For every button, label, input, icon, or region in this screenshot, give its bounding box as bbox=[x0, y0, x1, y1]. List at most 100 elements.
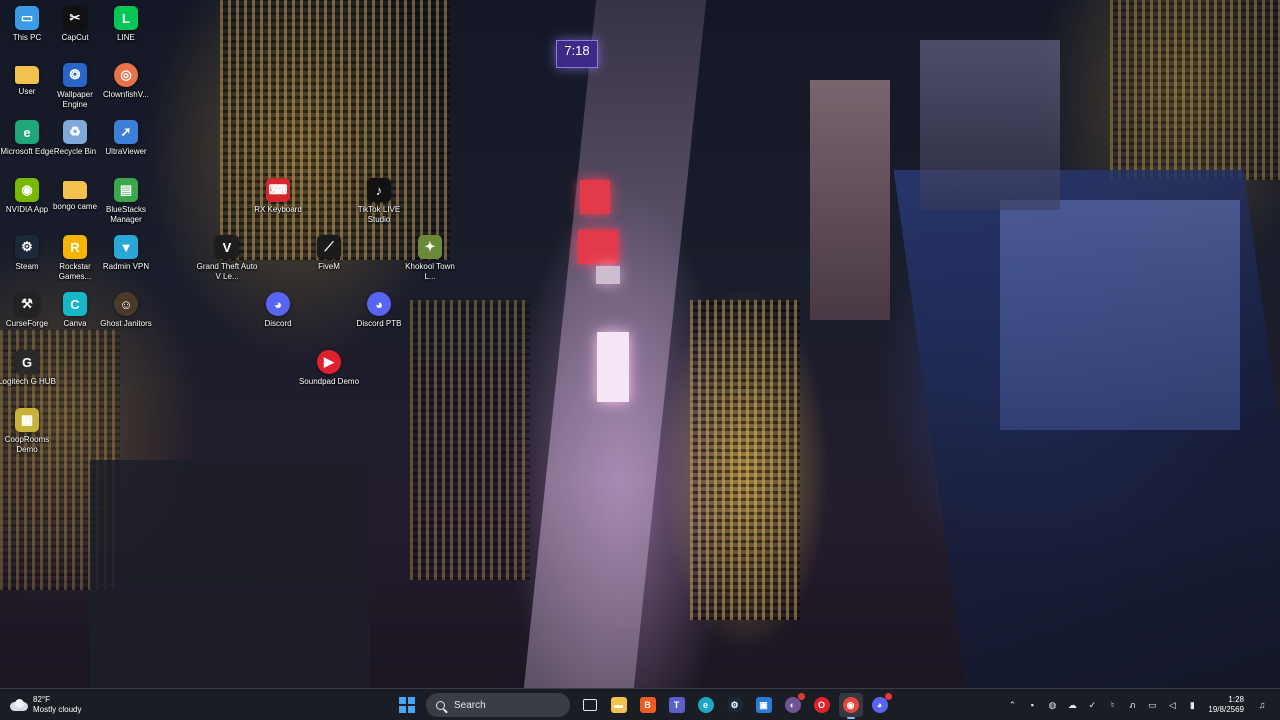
wallpaper-building bbox=[810, 80, 890, 320]
radmin-vpn-icon: ▼ bbox=[114, 235, 138, 259]
desktop-icon-tiktok-live[interactable]: ♪ TikTok LIVE Studio bbox=[352, 176, 406, 234]
desktop-icon-rx-keyboard[interactable]: ⌨ RX Keyboard bbox=[251, 176, 305, 234]
steam-button[interactable]: ⚙ bbox=[723, 693, 747, 717]
taskbar-search[interactable]: Search bbox=[426, 693, 570, 717]
wallpaper-billboard bbox=[578, 230, 618, 264]
desktop-icon-radmin-vpn[interactable]: ▼ Radmin VPN bbox=[99, 233, 153, 291]
desktop-icon-rockstar[interactable]: R Rockstar Games... bbox=[48, 233, 102, 291]
curseforge-icon: ⚒ bbox=[15, 292, 39, 316]
wallpaper-engine-icon: ❂ bbox=[63, 63, 87, 87]
desktop-icon-canva[interactable]: C Canva bbox=[48, 290, 102, 348]
edge-icon: e bbox=[15, 120, 39, 144]
clownfish-icon: ◎ bbox=[114, 63, 138, 87]
github-icon: ◐ bbox=[784, 697, 801, 713]
wallpaper-building bbox=[1110, 0, 1280, 180]
desktop-icon-ultraviewer[interactable]: ➚ UltraViewer bbox=[99, 118, 153, 176]
desktop-icon-bluestacks[interactable]: ▤ BlueStacks Manager bbox=[99, 176, 153, 234]
task-view-button[interactable] bbox=[578, 693, 602, 717]
canva-icon: C bbox=[63, 292, 87, 316]
wallpaper-clock-sign: 7:18 bbox=[556, 40, 598, 68]
rx-keyboard-icon: ⌨ bbox=[266, 178, 290, 202]
desktop-icon-clownfish[interactable]: ◎ ClownfishV... bbox=[99, 61, 153, 119]
github-desktop-button[interactable]: ◐ bbox=[781, 693, 805, 717]
language-icon[interactable]: ภ bbox=[1122, 695, 1142, 715]
cloudy-icon bbox=[10, 699, 28, 711]
brave-icon: B bbox=[639, 697, 656, 713]
search-placeholder: Search bbox=[454, 699, 486, 711]
ghost-janitors-icon: ☺ bbox=[114, 292, 138, 316]
search-icon bbox=[436, 700, 445, 710]
edge-dev-icon[interactable]: ◍ bbox=[1042, 695, 1062, 715]
rockstar-icon: R bbox=[63, 235, 87, 259]
steam-icon: ⚙ bbox=[15, 235, 39, 259]
desktop-icon-wallpaper-engine[interactable]: ❂ Wallpaper Engine bbox=[48, 61, 102, 119]
desktop-icon-label: Soundpad Demo bbox=[298, 377, 360, 386]
microphone-icon[interactable]: ♮ bbox=[1102, 695, 1122, 715]
pinned-apps: ▬ B Te ⚙ ▣ ◐ O ◉ ◕ bbox=[604, 693, 894, 719]
file-explorer-button[interactable]: ▬ bbox=[607, 693, 631, 717]
opera-button[interactable]: O bbox=[810, 693, 834, 717]
desktop-icon-label: UltraViewer bbox=[105, 147, 147, 156]
desktop-icon-khokool[interactable]: ✦ Khokool Town L... bbox=[403, 233, 457, 291]
brave-button[interactable]: B bbox=[636, 693, 660, 717]
weather-widget[interactable]: 82°F Mostly cloudy bbox=[10, 693, 81, 717]
wallpaper-building bbox=[690, 300, 800, 620]
notification-bell-icon[interactable]: ♫ bbox=[1252, 695, 1272, 715]
wallpaper-building bbox=[920, 40, 1060, 210]
desktop-icon-line[interactable]: L LINE bbox=[99, 4, 153, 62]
speaker-icon[interactable]: ◁ bbox=[1162, 695, 1182, 715]
cooprooms-icon: ▦ bbox=[15, 408, 39, 432]
edge-button[interactable]: e bbox=[694, 693, 718, 717]
task-view-icon bbox=[582, 699, 597, 711]
desktop-icon-capcut[interactable]: ✂ CapCut bbox=[48, 4, 102, 62]
desktop-icon-discord[interactable]: ◕ Discord bbox=[251, 290, 305, 348]
chevron-up-icon[interactable]: ⌃ bbox=[1002, 695, 1022, 715]
desktop-icon-cooprooms[interactable]: ▦ CoopRooms Demo bbox=[0, 406, 54, 464]
monitor-icon: ▭ bbox=[15, 6, 39, 30]
khokool-icon: ✦ bbox=[418, 235, 442, 259]
notification-badge bbox=[797, 693, 805, 700]
remote-desktop-button[interactable]: ▣ bbox=[752, 693, 776, 717]
discord-button[interactable]: ◕ bbox=[868, 693, 892, 717]
desktop-icon-label: LINE bbox=[117, 33, 135, 42]
teams-button[interactable]: T bbox=[665, 693, 689, 717]
remote-desktop-icon: ▣ bbox=[755, 697, 772, 713]
wallpaper-billboard bbox=[580, 180, 610, 214]
desktop-wallpaper: 7:18 bbox=[0, 0, 1280, 688]
line-icon: L bbox=[114, 6, 138, 30]
checkmark-icon[interactable]: ✓ bbox=[1082, 695, 1102, 715]
desktop-icon-gta-v[interactable]: V Grand Theft Auto V Le... bbox=[197, 233, 257, 291]
folder-icon bbox=[63, 181, 87, 199]
desktop-icon-label: Discord bbox=[264, 319, 292, 328]
chrome-button[interactable]: ◉ bbox=[838, 693, 863, 719]
wallpaper-tower-roof bbox=[1000, 200, 1240, 430]
opera-icon: O bbox=[813, 697, 830, 713]
desktop-icon-recycle-bin[interactable]: ♻ Recycle Bin bbox=[48, 118, 102, 176]
taskbar-clock[interactable]: 1:28 19/8/2569 bbox=[1208, 695, 1244, 715]
network-icon[interactable]: ▭ bbox=[1142, 695, 1162, 715]
onedrive-icon[interactable]: ☁ bbox=[1062, 695, 1082, 715]
desktop-icon-label: FiveM bbox=[318, 262, 340, 271]
blue-square-icon[interactable]: ▪ bbox=[1022, 695, 1042, 715]
desktop-icon-discord-ptb[interactable]: ◕ Discord PTB bbox=[352, 290, 406, 348]
desktop-icon-label: CoopRooms Demo bbox=[4, 435, 50, 454]
system-tray: ⌃ ▪ ◍ ☁ ✓ ♮ ภ ▭ ◁ ▮ 1:28 19/8/2569 ♫ bbox=[1002, 693, 1272, 717]
nvidia-icon: ◉ bbox=[15, 178, 39, 202]
desktop-icon-logitech[interactable]: G Logitech G HUB bbox=[0, 348, 56, 406]
desktop-icon-fivem[interactable]: ⟋ FiveM bbox=[302, 233, 356, 291]
start-button[interactable] bbox=[395, 693, 419, 717]
folder-icon bbox=[15, 66, 39, 84]
desktop-icon-folder[interactable]: bongo came bbox=[48, 176, 102, 234]
notification-badge bbox=[884, 693, 892, 700]
desktop-icon-soundpad[interactable]: ▶ Soundpad Demo bbox=[299, 348, 359, 406]
desktop-icon-label: TikTok LIVE Studio bbox=[357, 205, 401, 224]
windows-logo-icon bbox=[398, 697, 415, 713]
fivem-icon: ⟋ bbox=[317, 235, 341, 259]
battery-icon[interactable]: ▮ bbox=[1182, 695, 1202, 715]
gta-v-icon: V bbox=[215, 235, 239, 259]
desktop-icon-ghost-janitors[interactable]: ☺ Ghost Janitors bbox=[99, 290, 153, 348]
edge-icon: e bbox=[697, 697, 714, 713]
desktop-icon-label: Radmin VPN bbox=[102, 262, 150, 271]
desktop-icon-label: Logitech G HUB bbox=[0, 377, 56, 386]
taskbar-center: Search ▬ B Te ⚙ ▣ ◐ O ◉ ◕ bbox=[392, 693, 894, 719]
